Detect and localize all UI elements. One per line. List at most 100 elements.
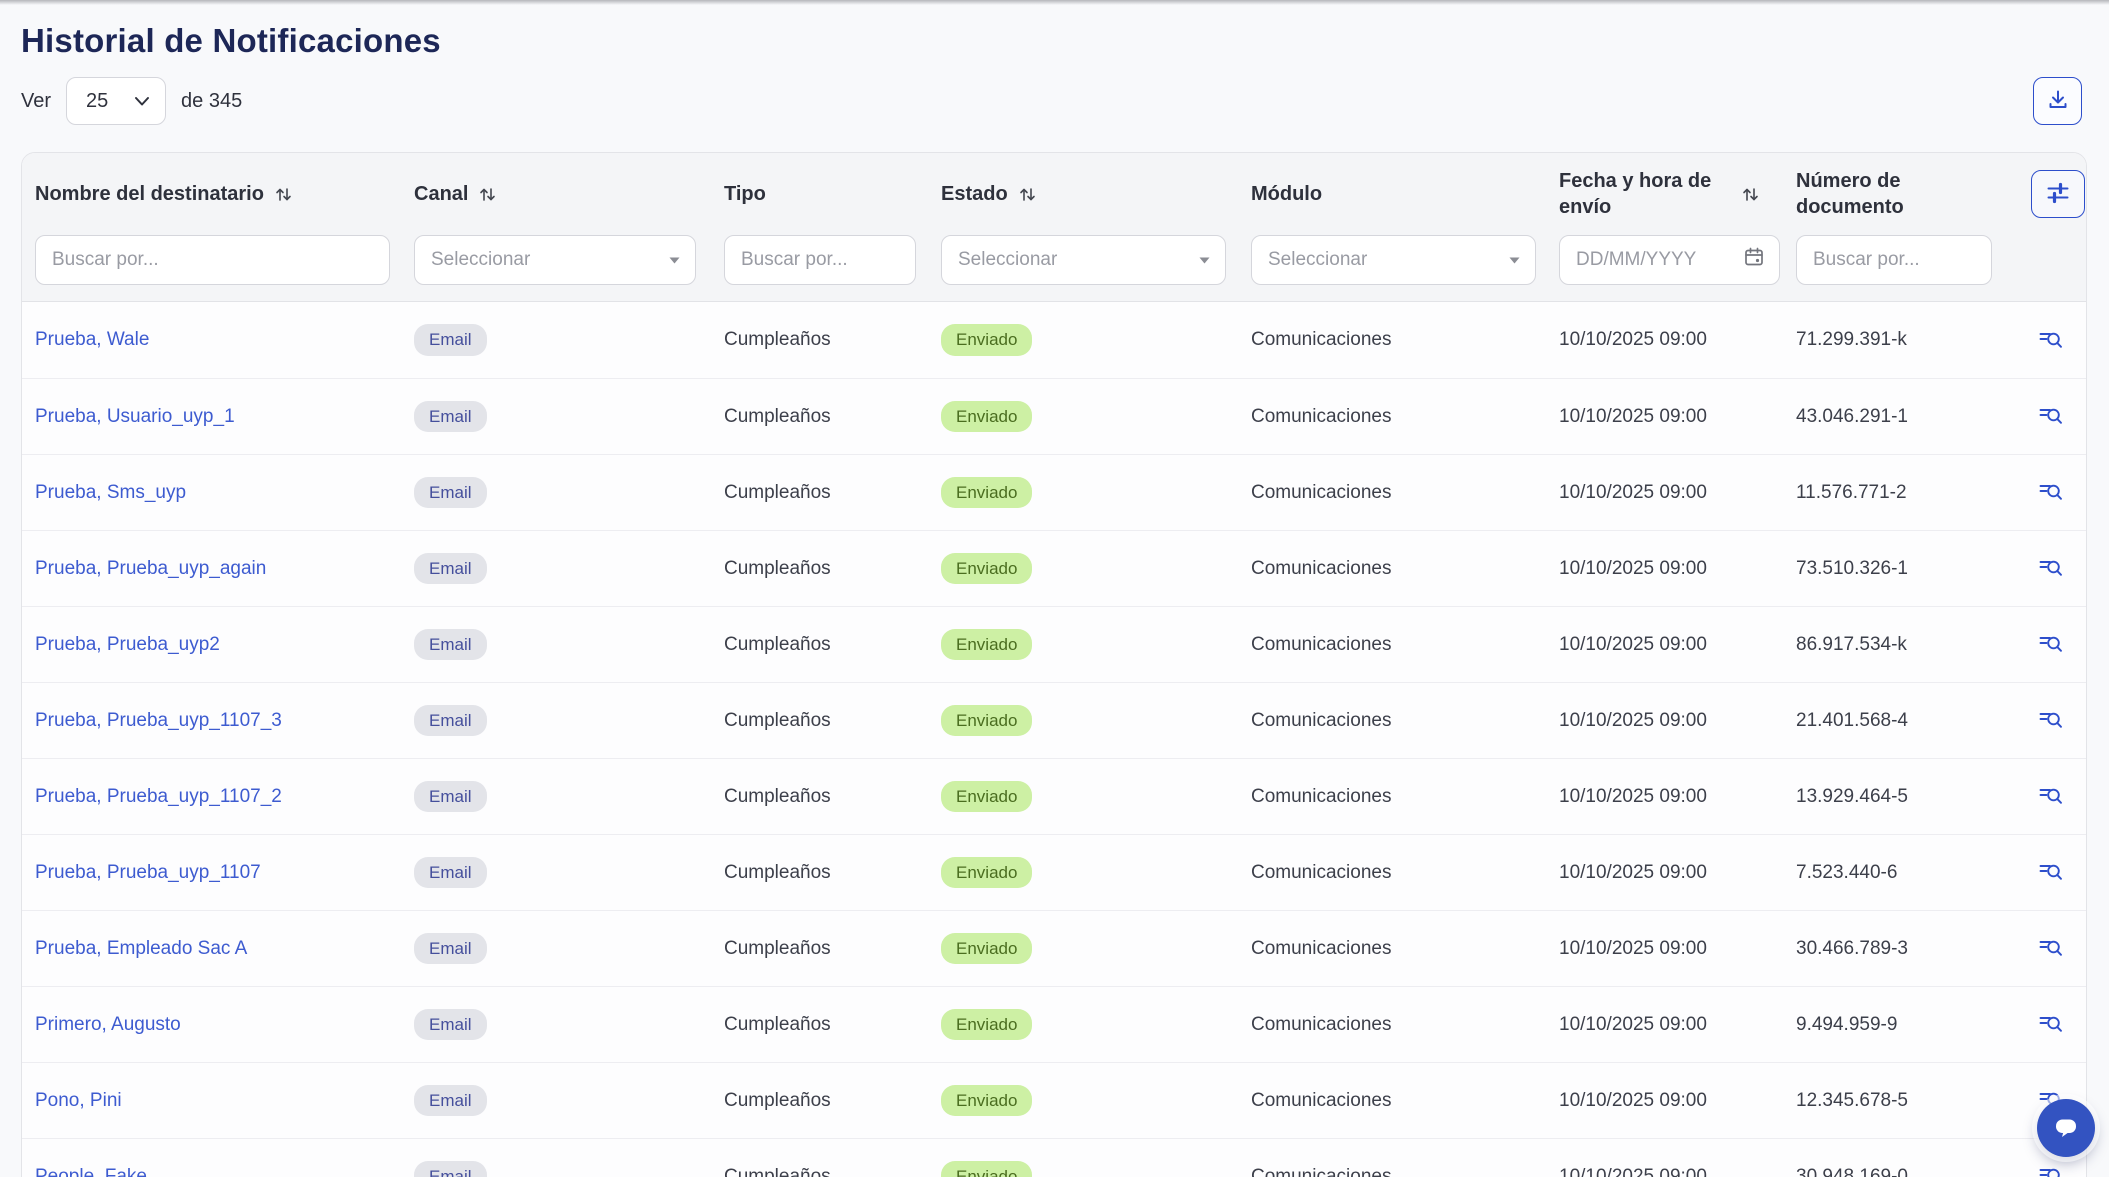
sort-arrows-icon [274,185,293,204]
chat-bubble-icon [2051,1112,2081,1145]
recipient-name-link[interactable]: Prueba, Prueba_uyp_again [35,558,266,579]
recipient-name-link[interactable]: Primero, Augusto [35,1014,181,1035]
view-details-button[interactable] [2032,929,2070,968]
page-size-select[interactable]: 25 [66,77,166,125]
sort-arrows-icon [1018,185,1037,204]
column-label: Fecha y hora de envío [1559,168,1731,220]
table-row: Prueba, Prueba_uyp_1107_2 Email Cumpleañ… [22,758,2086,834]
sent-datetime-cell: 10/10/2025 09:00 [1559,1014,1796,1036]
filter-canal-select[interactable]: Seleccionar [414,235,696,285]
calendar-icon [1743,246,1765,274]
document-number-cell: 30.948.169-0 [1796,1166,2031,1177]
status-badge: Enviado [941,1009,1032,1041]
notifications-table: Nombre del destinatario Canal TipoEstado… [21,152,2087,1177]
sent-datetime-cell: 10/10/2025 09:00 [1559,862,1796,884]
column-header-nombre[interactable]: Nombre del destinatario [35,181,414,207]
filter-fecha-date[interactable]: DD/MM/YYYY [1559,235,1780,285]
recipient-name-link[interactable]: Prueba, Wale [35,329,149,350]
channel-badge: Email [414,324,487,356]
view-details-button[interactable] [2032,1005,2070,1044]
page-title: Historial de Notificaciones [21,22,441,60]
table-header: Nombre del destinatario Canal TipoEstado… [22,153,2086,302]
pagination-toolbar: Ver 25 de 345 [21,77,242,125]
column-header-estado[interactable]: Estado [941,181,1251,207]
filter-estado-select[interactable]: Seleccionar [941,235,1226,285]
view-details-button[interactable] [2032,777,2070,816]
sort-arrows-icon [1741,185,1760,204]
placeholder-text: Seleccionar [958,249,1057,271]
recipient-name-link[interactable]: Prueba, Sms_uyp [35,482,186,503]
view-details-button[interactable] [2032,625,2070,664]
view-details-button[interactable] [2032,473,2070,512]
recipient-name-link[interactable]: Prueba, Prueba_uyp_1107 [35,862,261,883]
recipient-name-link[interactable]: Prueba, Empleado Sac A [35,938,247,959]
recipient-name-link[interactable]: People, Fake [35,1166,147,1177]
channel-badge: Email [414,781,487,813]
column-label: Canal [414,181,468,207]
document-number-cell: 30.466.789-3 [1796,938,2031,960]
sent-datetime-cell: 10/10/2025 09:00 [1559,1166,1796,1177]
table-row: Prueba, Usuario_uyp_1 Email Cumpleaños E… [22,378,2086,454]
recipient-name-link[interactable]: Prueba, Prueba_uyp_1107_2 [35,786,282,807]
channel-badge: Email [414,933,487,965]
caret-down-icon [668,249,681,271]
sent-datetime-cell: 10/10/2025 09:00 [1559,329,1796,351]
channel-badge: Email [414,1009,487,1041]
page-size-value: 25 [86,90,108,113]
table-row: Primero, Augusto Email Cumpleaños Enviad… [22,986,2086,1062]
caret-down-icon [1198,249,1211,271]
view-details-button[interactable] [2032,549,2070,588]
filter-modulo-select[interactable]: Seleccionar [1251,235,1536,285]
status-badge: Enviado [941,1161,1032,1177]
download-icon [2046,88,2070,115]
type-cell: Cumpleaños [724,786,941,808]
channel-badge: Email [414,705,487,737]
document-number-cell: 12.345.678-5 [1796,1090,2031,1112]
sent-datetime-cell: 10/10/2025 09:00 [1559,938,1796,960]
status-badge: Enviado [941,857,1032,889]
recipient-name-link[interactable]: Prueba, Prueba_uyp2 [35,634,220,655]
module-cell: Comunicaciones [1251,482,1559,504]
document-number-cell: 11.576.771-2 [1796,482,2031,504]
view-details-button[interactable] [2032,1157,2070,1177]
column-label: Módulo [1251,181,1322,207]
channel-badge: Email [414,477,487,509]
table-row: Prueba, Prueba_uyp_1107 Email Cumpleaños… [22,834,2086,910]
view-details-button[interactable] [2032,321,2070,360]
document-number-cell: 73.510.326-1 [1796,558,2031,580]
channel-badge: Email [414,1085,487,1117]
sent-datetime-cell: 10/10/2025 09:00 [1559,786,1796,808]
view-details-button[interactable] [2032,853,2070,892]
module-cell: Comunicaciones [1251,786,1559,808]
view-details-button[interactable] [2032,701,2070,740]
recipient-name-link[interactable]: Prueba, Usuario_uyp_1 [35,406,235,427]
filter-documento-input[interactable]: Buscar por... [1796,235,1992,285]
module-cell: Comunicaciones [1251,938,1559,960]
column-settings-button[interactable] [2031,170,2085,218]
placeholder-text: Buscar por... [52,249,159,271]
column-header-canal[interactable]: Canal [414,181,724,207]
filter-tipo-input[interactable]: Buscar por... [724,235,916,285]
status-badge: Enviado [941,705,1032,737]
type-cell: Cumpleaños [724,1166,941,1177]
module-cell: Comunicaciones [1251,634,1559,656]
column-header-fecha[interactable]: Fecha y hora de envío [1559,168,1796,220]
caret-down-icon [1508,249,1521,271]
filter-nombre-input[interactable]: Buscar por... [35,235,390,285]
type-cell: Cumpleaños [724,938,941,960]
module-cell: Comunicaciones [1251,406,1559,428]
recipient-name-link[interactable]: Prueba, Prueba_uyp_1107_3 [35,710,282,731]
recipient-name-link[interactable]: Pono, Pini [35,1090,122,1111]
module-cell: Comunicaciones [1251,862,1559,884]
type-cell: Cumpleaños [724,482,941,504]
chevron-down-icon [134,96,150,107]
document-number-cell: 7.523.440-6 [1796,862,2031,884]
chat-button[interactable] [2037,1099,2095,1157]
download-button[interactable] [2033,77,2082,125]
view-details-button[interactable] [2032,397,2070,436]
type-cell: Cumpleaños [724,1014,941,1036]
sent-datetime-cell: 10/10/2025 09:00 [1559,406,1796,428]
channel-badge: Email [414,553,487,585]
status-badge: Enviado [941,401,1032,433]
status-badge: Enviado [941,781,1032,813]
